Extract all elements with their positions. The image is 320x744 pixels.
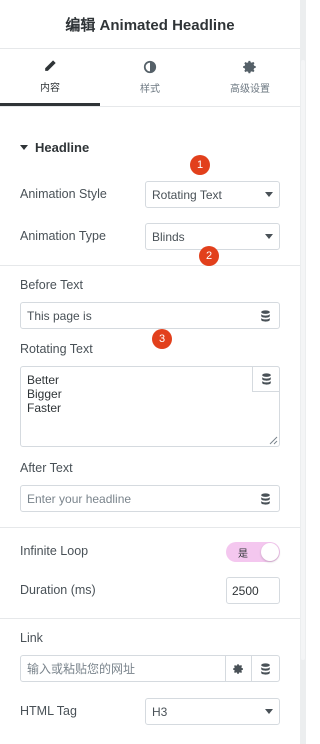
link-url-input[interactable]: 输入或粘贴您的网址 (20, 655, 226, 682)
before-text-value: This page is (27, 308, 92, 323)
infinite-loop-toggle[interactable]: 是 (226, 542, 280, 562)
divider (0, 527, 300, 528)
before-text-label: Before Text (20, 278, 84, 292)
duration-label: Duration (ms) (20, 583, 96, 597)
tab-style[interactable]: 样式 (100, 49, 200, 106)
chevron-down-icon (265, 709, 273, 714)
link-options-button[interactable] (225, 655, 252, 682)
database-icon (261, 492, 270, 505)
toggle-on-label: 是 (238, 548, 248, 560)
half-circle-icon (143, 60, 157, 74)
link-placeholder: 输入或粘贴您的网址 (27, 662, 136, 676)
after-text-label: After Text (20, 461, 73, 475)
after-text-placeholder: Enter your headline (27, 491, 132, 506)
toggle-knob (261, 543, 279, 561)
resize-handle-icon[interactable] (268, 435, 278, 445)
section-headline-toggle[interactable]: Headline (20, 140, 89, 155)
infinite-loop-label: Infinite Loop (20, 544, 89, 558)
dynamic-tags-button[interactable] (252, 655, 280, 682)
editor-panel: 编辑 Animated Headline 内容 样式 高级设置 Headline… (0, 0, 300, 744)
rotating-text-textarea[interactable]: Better Bigger Faster (20, 366, 280, 447)
animation-style-select[interactable]: Rotating Text (145, 181, 280, 208)
tab-bar: 内容 样式 高级设置 (0, 49, 300, 107)
divider (0, 265, 300, 266)
step-badge-2: 2 (199, 246, 219, 266)
step-badge-1: 1 (190, 155, 210, 175)
html-tag-select[interactable]: H3 (145, 698, 280, 725)
gear-icon (233, 663, 243, 674)
scrollbar-thumb[interactable] (301, 60, 305, 660)
scrollbar[interactable] (300, 0, 306, 744)
database-icon (261, 662, 270, 675)
animation-type-label: Animation Type (20, 229, 106, 243)
html-tag-label: HTML Tag (20, 704, 77, 718)
step-badge-3: 3 (152, 329, 172, 349)
tab-advanced-label: 高级设置 (230, 84, 270, 95)
before-text-input[interactable]: This page is (20, 302, 253, 329)
rotating-text-label: Rotating Text (20, 342, 93, 356)
after-text-input[interactable]: Enter your headline (20, 485, 253, 512)
animation-style-value: Rotating Text (152, 187, 222, 202)
tab-content-label: 内容 (40, 82, 60, 94)
panel-title: 编辑 Animated Headline (65, 16, 235, 34)
rotating-line: Better (27, 373, 60, 387)
animation-type-value: Blinds (152, 229, 185, 244)
divider (0, 618, 300, 619)
link-label: Link (20, 631, 43, 645)
rotating-line: Faster (27, 401, 62, 415)
tab-content[interactable]: 内容 (0, 49, 100, 106)
pencil-icon (45, 59, 56, 71)
duration-input[interactable]: 2500 (226, 577, 280, 604)
rotating-line: Bigger (27, 387, 62, 401)
html-tag-value: H3 (152, 704, 168, 719)
caret-down-icon (20, 145, 28, 150)
tab-style-label: 样式 (140, 84, 160, 95)
dynamic-tags-button[interactable] (252, 485, 280, 512)
dynamic-tags-button[interactable] (252, 366, 280, 392)
chevron-down-icon (265, 192, 273, 197)
database-icon (261, 309, 270, 322)
chevron-down-icon (265, 234, 273, 239)
duration-value: 2500 (232, 583, 259, 598)
dynamic-tags-button[interactable] (252, 302, 280, 329)
panel-header: 编辑 Animated Headline (0, 0, 300, 49)
animation-style-label: Animation Style (20, 187, 107, 201)
gear-icon (243, 60, 256, 74)
database-icon (261, 373, 271, 385)
tab-advanced[interactable]: 高级设置 (200, 49, 300, 106)
section-title: Headline (35, 140, 90, 155)
